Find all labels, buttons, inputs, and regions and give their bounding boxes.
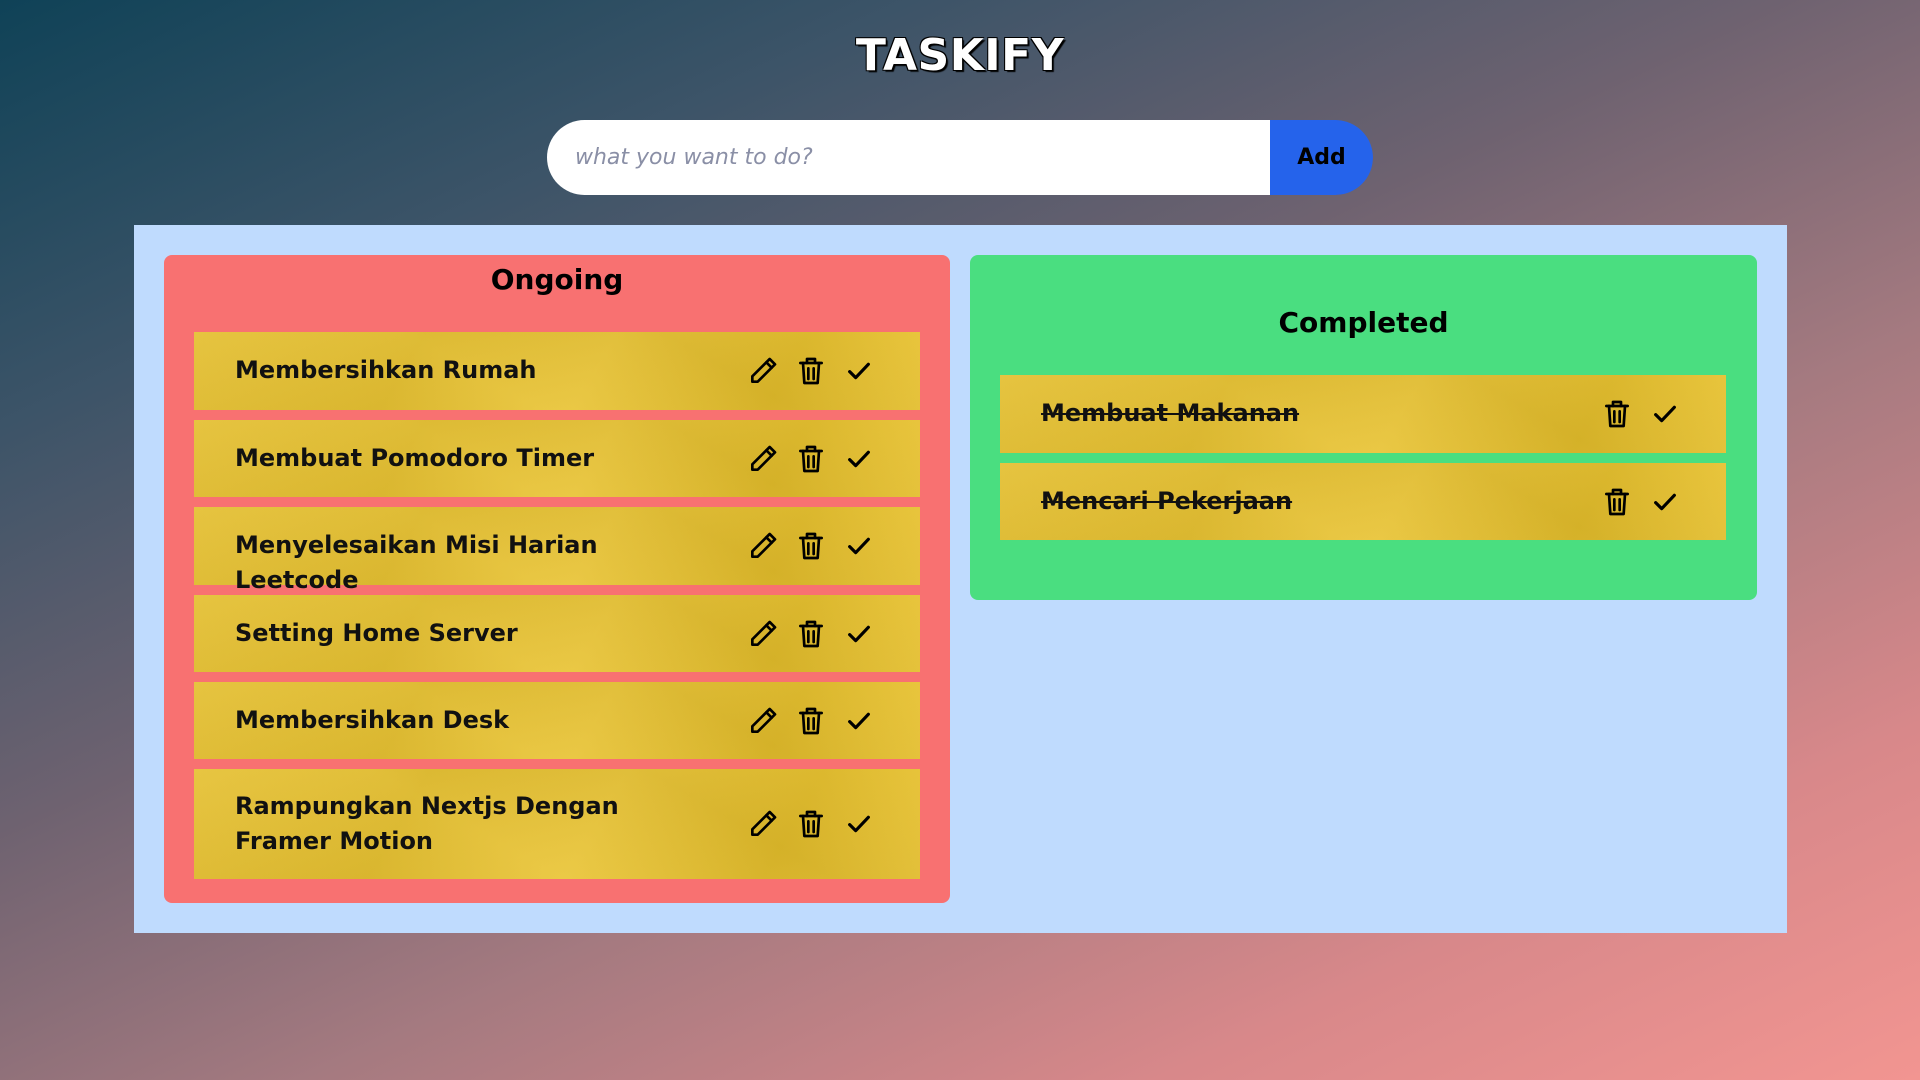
- task-actions: [746, 354, 876, 388]
- task-actions: [746, 807, 876, 841]
- trash-icon[interactable]: [1600, 397, 1634, 431]
- ongoing-column: Ongoing Membersihkan Rumah Membuat Pomod…: [164, 255, 950, 903]
- task-actions: [1600, 485, 1682, 519]
- task-text: Menyelesaikan Misi Harian Leetcode: [235, 531, 598, 594]
- pencil-icon[interactable]: [746, 442, 780, 476]
- trash-icon[interactable]: [794, 354, 828, 388]
- add-task-form: Add: [547, 120, 1373, 195]
- task-actions: [746, 704, 876, 738]
- task-card: Membuat Pomodoro Timer: [194, 420, 920, 497]
- pencil-icon[interactable]: [746, 529, 780, 563]
- completed-column-title: Completed: [1278, 306, 1449, 339]
- trash-icon[interactable]: [1600, 485, 1634, 519]
- check-icon[interactable]: [842, 704, 876, 738]
- check-icon[interactable]: [1648, 397, 1682, 431]
- completed-column: Completed Membuat Makanan Mencari Pekerj…: [970, 255, 1757, 600]
- task-actions: [1600, 397, 1682, 431]
- app-title: TASKIFY: [855, 30, 1065, 81]
- task-card: Membersihkan Desk: [194, 682, 920, 759]
- check-icon[interactable]: [842, 617, 876, 651]
- task-actions: [746, 442, 876, 476]
- completed-task-card: Membuat Makanan: [1000, 375, 1726, 453]
- completed-task-card: Mencari Pekerjaan: [1000, 463, 1726, 540]
- trash-icon[interactable]: [794, 807, 828, 841]
- task-actions: [746, 529, 876, 563]
- task-text: Mencari Pekerjaan: [1041, 487, 1293, 515]
- trash-icon[interactable]: [794, 617, 828, 651]
- trash-icon[interactable]: [794, 704, 828, 738]
- task-input[interactable]: [547, 120, 1270, 195]
- task-text: Setting Home Server: [235, 619, 518, 647]
- ongoing-column-title: Ongoing: [490, 263, 624, 296]
- task-actions: [746, 617, 876, 651]
- check-icon[interactable]: [842, 442, 876, 476]
- task-card: Setting Home Server: [194, 595, 920, 672]
- pencil-icon[interactable]: [746, 704, 780, 738]
- check-icon[interactable]: [842, 354, 876, 388]
- check-icon[interactable]: [842, 807, 876, 841]
- task-card: Rampungkan Nextjs Dengan Framer Motion: [194, 769, 920, 879]
- task-text: Rampungkan Nextjs Dengan Framer Motion: [235, 792, 619, 855]
- board: Ongoing Membersihkan Rumah Membuat Pomod…: [134, 225, 1787, 933]
- add-button[interactable]: Add: [1270, 120, 1373, 195]
- task-text: Membersihkan Rumah: [235, 356, 537, 384]
- trash-icon[interactable]: [794, 529, 828, 563]
- trash-icon[interactable]: [794, 442, 828, 476]
- pencil-icon[interactable]: [746, 354, 780, 388]
- task-card: Membersihkan Rumah: [194, 332, 920, 410]
- task-text: Membuat Pomodoro Timer: [235, 444, 595, 472]
- task-text: Membersihkan Desk: [235, 706, 510, 734]
- pencil-icon[interactable]: [746, 807, 780, 841]
- check-icon[interactable]: [842, 529, 876, 563]
- check-icon[interactable]: [1648, 485, 1682, 519]
- pencil-icon[interactable]: [746, 617, 780, 651]
- task-text: Membuat Makanan: [1041, 399, 1300, 427]
- task-card: Menyelesaikan Misi Harian Leetcode: [194, 507, 920, 594]
